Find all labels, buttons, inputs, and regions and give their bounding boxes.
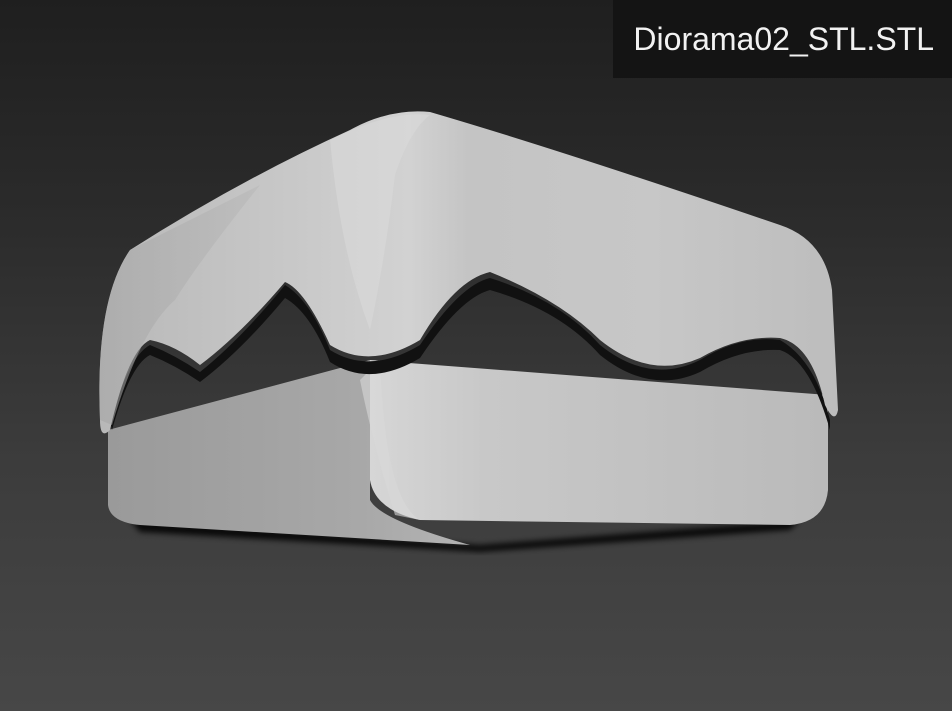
- model-viewport[interactable]: Diorama02_STL.STL: [0, 0, 952, 711]
- filename-label: Diorama02_STL.STL: [633, 20, 934, 57]
- filename-banner: Diorama02_STL.STL: [613, 0, 952, 78]
- stl-model-preview[interactable]: [0, 0, 952, 711]
